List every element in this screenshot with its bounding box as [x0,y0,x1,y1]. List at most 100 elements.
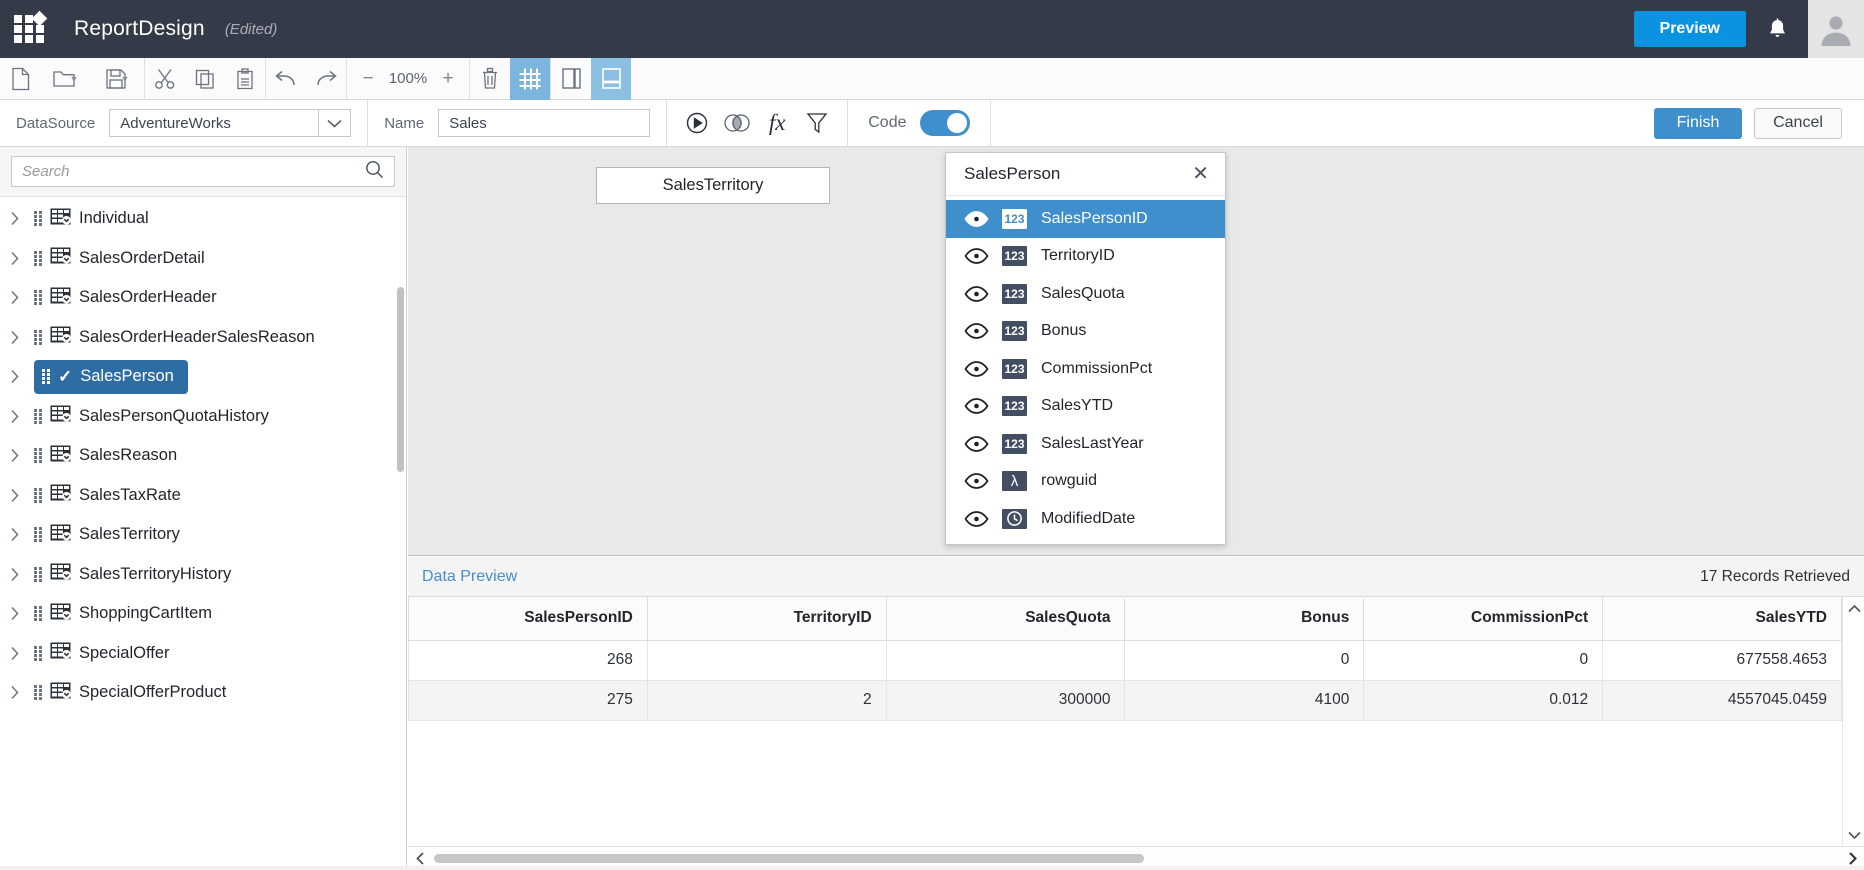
selected-entity-pill[interactable]: ✓ SalesPerson [34,359,188,394]
field-row-salesquota[interactable]: 123 SalesQuota [946,275,1225,313]
scroll-up-icon[interactable] [1843,597,1864,619]
column-header-territoryid[interactable]: TerritoryID [646,597,887,641]
sidebar-item-salesterritoryhistory[interactable]: SalesTerritoryHistory [0,555,406,595]
chevron-right-icon[interactable] [8,488,22,503]
finish-button[interactable]: Finish [1654,107,1742,139]
panel-bottom-icon[interactable] [591,57,631,100]
chevron-right-icon[interactable] [8,211,22,226]
drag-handle-icon[interactable] [34,527,43,543]
preview-button[interactable]: Preview [1633,11,1746,47]
visibility-eye-icon[interactable] [964,285,989,302]
drag-handle-icon[interactable] [34,645,43,661]
drag-handle-icon[interactable] [34,606,43,622]
zoom-in-button[interactable]: + [431,58,465,100]
drag-handle-icon[interactable] [34,250,43,266]
drag-handle-icon[interactable] [34,408,43,424]
visibility-eye-icon[interactable] [964,473,989,490]
field-row-saleslastyear[interactable]: 123 SalesLastYear [946,425,1225,463]
visibility-eye-icon[interactable] [964,398,989,415]
chevron-right-icon[interactable] [8,448,22,463]
table-row[interactable]: 275 2 300000 4100 0.012 4557045.0459 [408,679,1842,721]
field-row-salespersonid[interactable]: 123 SalesPersonID [946,200,1225,238]
column-header-bonus[interactable]: Bonus [1124,597,1365,641]
filter-funnel-icon[interactable] [797,100,837,147]
drag-handle-icon[interactable] [34,566,43,582]
zoom-out-button[interactable]: − [351,58,385,100]
search-icon[interactable] [365,160,384,184]
sidebar-item-shoppingcartitem[interactable]: ShoppingCartItem [0,594,406,634]
sidebar-item-salesorderdetail[interactable]: SalesOrderDetail [0,239,406,279]
visibility-eye-icon[interactable] [964,510,989,527]
chevron-right-icon[interactable] [8,685,22,700]
field-row-rowguid[interactable]: λ rowguid [946,463,1225,501]
sidebar-item-salesorderheader[interactable]: SalesOrderHeader [0,278,406,318]
field-row-modifieddate[interactable]: ModifiedDate [946,500,1225,538]
trash-icon[interactable] [470,58,510,100]
chevron-right-icon[interactable] [8,567,22,582]
field-row-bonus[interactable]: 123 Bonus [946,313,1225,351]
sidebar-item-salesreason[interactable]: SalesReason [0,436,406,476]
visibility-eye-icon[interactable] [964,248,989,265]
name-input[interactable] [439,110,650,136]
sidebar-item-salespersonquotahistory[interactable]: SalesPersonQuotaHistory [0,397,406,437]
code-toggle[interactable] [920,110,971,136]
paste-icon[interactable] [225,58,265,100]
drag-handle-icon[interactable] [34,211,43,227]
visibility-eye-icon[interactable] [964,323,989,340]
chevron-right-icon[interactable] [8,290,22,305]
chevron-right-icon[interactable] [8,527,22,542]
hscroll-thumb[interactable] [434,853,1144,863]
field-row-salesytd[interactable]: 123 SalesYTD [946,388,1225,426]
chevron-right-icon[interactable] [8,646,22,661]
avatar[interactable] [1808,0,1864,58]
scroll-down-icon[interactable] [1843,824,1864,846]
column-header-salesytd[interactable]: SalesYTD [1602,597,1842,641]
field-row-territoryid[interactable]: 123 TerritoryID [946,238,1225,276]
drag-handle-icon[interactable] [34,685,43,701]
drag-handle-icon[interactable] [42,369,51,385]
cut-scissors-icon[interactable] [145,58,185,100]
sidebar-item-salesorderheadersalesreason[interactable]: SalesOrderHeaderSalesReason [0,318,406,358]
panel-right-icon[interactable] [551,58,591,100]
datasource-combo[interactable] [109,109,352,137]
chevron-right-icon[interactable] [8,409,22,424]
copy-icon[interactable] [185,58,225,100]
sidebar-item-specialofferproduct[interactable]: SpecialOfferProduct [0,673,406,713]
entity-node-salesterritory[interactable]: SalesTerritory [596,167,830,204]
bell-icon[interactable] [1746,0,1808,58]
chevron-right-icon[interactable] [8,606,22,621]
close-icon[interactable]: ✕ [1188,162,1213,186]
join-venn-icon[interactable] [717,100,757,147]
fx-function-icon[interactable]: fx [757,100,797,147]
entity-tree[interactable]: Individual SalesOrderDetail SalesOrderHe… [0,197,406,870]
grid-icon[interactable] [510,57,550,100]
drag-handle-icon[interactable] [34,487,43,503]
chevron-right-icon[interactable] [8,330,22,345]
drag-handle-icon[interactable] [34,290,43,306]
diagram-canvas[interactable]: SalesTerritory SalesPerson ✕ 123 SalesPer… [408,147,1864,556]
grid-vertical-scrollbar[interactable] [1842,597,1864,846]
chevron-right-icon[interactable] [8,369,22,384]
cancel-button[interactable]: Cancel [1754,107,1842,139]
drag-handle-icon[interactable] [34,329,43,345]
sidebar-item-specialoffer[interactable]: SpecialOffer [0,634,406,674]
visibility-eye-icon[interactable] [964,360,989,377]
save-disk-icon[interactable]: ▼ [92,58,144,100]
search-box[interactable] [11,156,395,187]
sidebar-item-salesperson[interactable]: ✓ SalesPerson [0,357,406,397]
run-play-icon[interactable] [677,100,717,147]
column-header-commissionpct[interactable]: CommissionPct [1363,597,1604,641]
sidebar-item-salesterritory[interactable]: SalesTerritory [0,515,406,555]
open-folder-icon[interactable]: ▼ [40,58,92,100]
datasource-input[interactable] [110,110,319,136]
visibility-eye-icon[interactable] [964,435,989,452]
app-logo-icon[interactable] [0,0,58,58]
sidebar-scrollbar[interactable] [397,197,404,870]
search-input[interactable] [22,163,365,180]
undo-arrow-icon[interactable] [266,58,306,100]
data-grid[interactable]: SalesPersonID TerritoryID SalesQuota Bonus C… [408,597,1842,721]
column-header-salesquota[interactable]: SalesQuota [885,597,1126,641]
visibility-eye-icon[interactable] [964,210,989,227]
drag-handle-icon[interactable] [34,448,43,464]
redo-arrow-icon[interactable] [306,58,346,100]
